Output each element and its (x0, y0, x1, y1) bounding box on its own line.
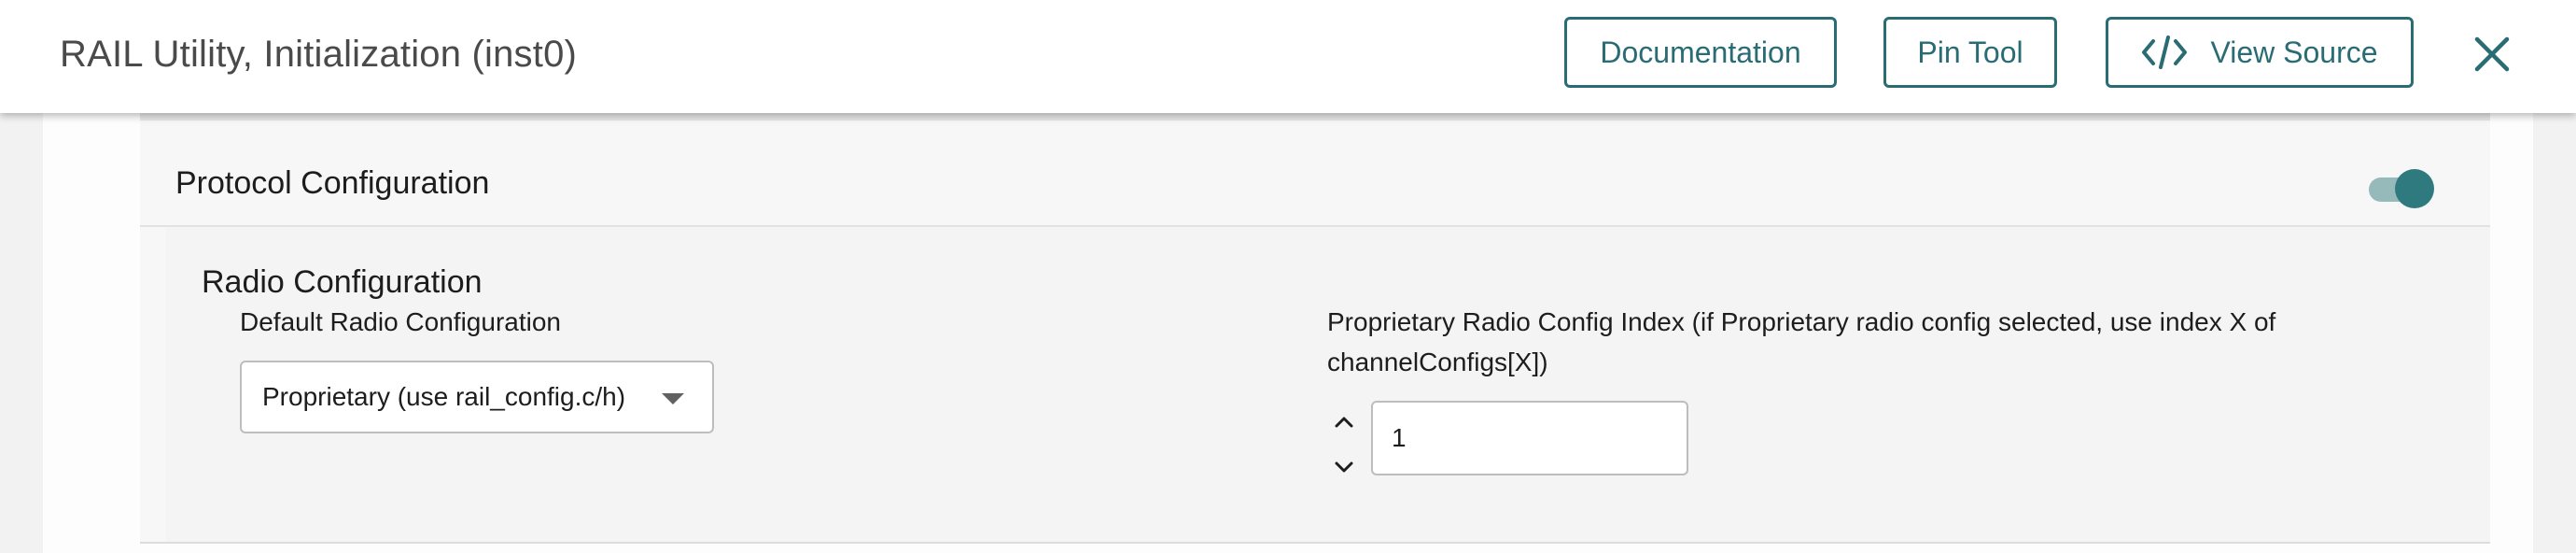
dialog-title: RAIL Utility, Initialization (inst0) (60, 34, 578, 75)
radio-configuration-group: Radio Configuration Default Radio Config… (166, 227, 2490, 544)
config-index-stepper (1330, 408, 1358, 483)
documentation-button[interactable]: Documentation (1564, 17, 1837, 88)
protocol-configuration-section: Protocol Configuration Radio Configurati… (140, 113, 2490, 544)
code-icon (2141, 34, 2188, 71)
toggle-thumb (2395, 169, 2434, 208)
increment-button[interactable] (1330, 408, 1358, 436)
view-source-button[interactable]: View Source (2106, 17, 2414, 88)
dropdown-caret-icon (662, 392, 684, 409)
decrement-button[interactable] (1330, 453, 1358, 481)
close-button[interactable] (2470, 32, 2514, 77)
section-bottom-border (140, 542, 2490, 544)
protocol-configuration-toggle[interactable] (2369, 169, 2438, 210)
default-radio-select[interactable]: Proprietary (use rail_config.c/h) (240, 361, 714, 433)
chevron-up-icon (1335, 417, 1353, 428)
config-index-input[interactable] (1371, 401, 1688, 475)
config-index-label-line2: channelConfigs[X]) (1327, 347, 1548, 376)
view-source-button-label: View Source (2210, 35, 2378, 69)
section-title: Protocol Configuration (175, 165, 490, 201)
dialog-header: RAIL Utility, Initialization (inst0) Doc… (0, 0, 2576, 113)
pin-tool-button[interactable]: Pin Tool (1883, 17, 2057, 88)
documentation-button-label: Documentation (1600, 35, 1801, 69)
chevron-down-icon (1335, 461, 1353, 473)
config-index-label-line1: Proprietary Radio Config Index (if Propr… (1327, 307, 2276, 336)
default-radio-label: Default Radio Configuration (240, 307, 561, 336)
pin-tool-button-label: Pin Tool (1917, 35, 2023, 69)
close-icon (2474, 36, 2510, 72)
default-radio-value: Proprietary (use rail_config.c/h) (262, 382, 626, 411)
group-title: Radio Configuration (202, 264, 483, 300)
